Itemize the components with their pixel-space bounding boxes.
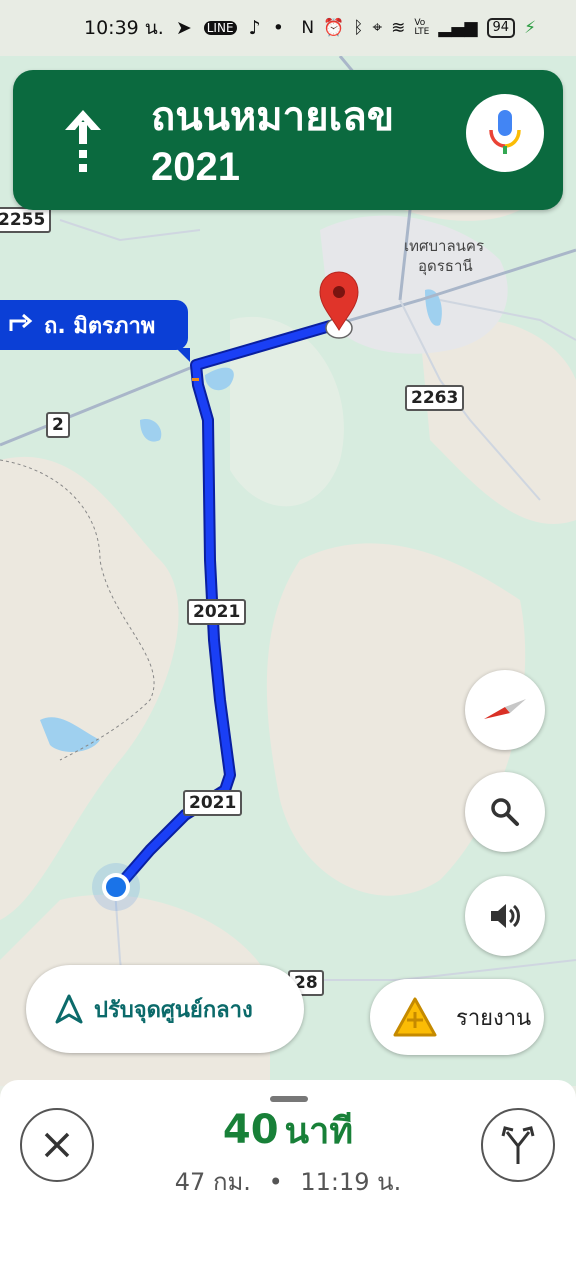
navigation-status-icon: ➤ (175, 17, 192, 39)
route-options-button[interactable] (481, 1108, 555, 1182)
duration-unit: นาที (284, 1111, 354, 1152)
next-turn-chip[interactable]: ถ. มิตรภาพ (0, 300, 190, 362)
nfc-icon: N (301, 18, 315, 38)
report-button[interactable]: รายงาน (370, 979, 544, 1055)
alarm-icon: ⏰ (323, 18, 345, 38)
town-label: เทศบาลนคร อุดรธานี (404, 236, 484, 276)
report-label: รายงาน (456, 1005, 532, 1031)
line-app-icon: LINE (203, 21, 237, 35)
voice-search-button[interactable] (466, 94, 544, 172)
next-turn-label: ถ. มิตรภาพ (44, 313, 156, 339)
route-shield-2: 2 (46, 412, 70, 438)
battery-icon: 94 (486, 18, 516, 38)
location-icon: ⌖ (372, 18, 383, 38)
compass-icon (484, 699, 526, 719)
route-shield-2021-upper: 2021 (187, 599, 247, 625)
recenter-button[interactable]: ปรับจุดศูนย์กลาง (26, 965, 304, 1053)
navigation-instruction-banner[interactable]: ถนนหมายเลข 2021 (13, 70, 563, 210)
duration-value: 40 (222, 1107, 279, 1153)
search-icon (491, 798, 519, 826)
volte-icon: Vo LTE (414, 18, 430, 37)
street-name-line2: 2021 (151, 145, 240, 189)
street-name: ถนนหมายเลข 2021 (151, 92, 451, 192)
status-time: 10:39 น. (84, 17, 164, 39)
street-name-line1: ถนนหมายเลข (151, 95, 395, 139)
search-along-route-button[interactable] (465, 772, 545, 852)
dot-icon: • (272, 17, 284, 39)
volume-icon (491, 904, 520, 928)
compass-button[interactable] (465, 670, 545, 750)
up-arrow-icon (65, 110, 101, 172)
turn-right-icon (8, 311, 34, 339)
trip-distance: 47 กม. (174, 1168, 251, 1196)
separator-dot: • (268, 1168, 283, 1196)
route-shield-2255: 2255 (0, 207, 52, 233)
mic-icon (489, 110, 521, 154)
route-shield-2263: 2263 (405, 385, 465, 411)
wifi-icon: ≋ (391, 18, 406, 38)
tiktok-icon: ♪ (248, 17, 261, 39)
recenter-label: ปรับจุดศูนย์กลาง (94, 997, 253, 1023)
signal-icon: ▂▄▆ (438, 18, 478, 38)
route-options-icon (501, 1126, 535, 1164)
report-warning-icon (393, 997, 437, 1037)
bluetooth-icon: ᛒ (353, 18, 364, 38)
voice-guidance-button[interactable] (465, 876, 545, 956)
arrival-time: 11:19 น. (300, 1168, 402, 1196)
status-bar: 10:39 น. ➤ LINE ♪ • N ⏰ ᛒ ⌖ ≋ Vo LTE ▂▄▆ … (0, 0, 576, 56)
navigation-arrow-icon (55, 994, 83, 1024)
town-label-line1: เทศบาลนคร (404, 237, 485, 255)
charging-icon: ⚡ (524, 18, 536, 38)
town-label-line2: อุดรธานี (418, 257, 473, 275)
trip-summary-sheet[interactable]: 40 นาที 47 กม. • 11:19 น. (0, 1080, 576, 1280)
route-shield-2021-lower: 2021 (183, 790, 243, 816)
